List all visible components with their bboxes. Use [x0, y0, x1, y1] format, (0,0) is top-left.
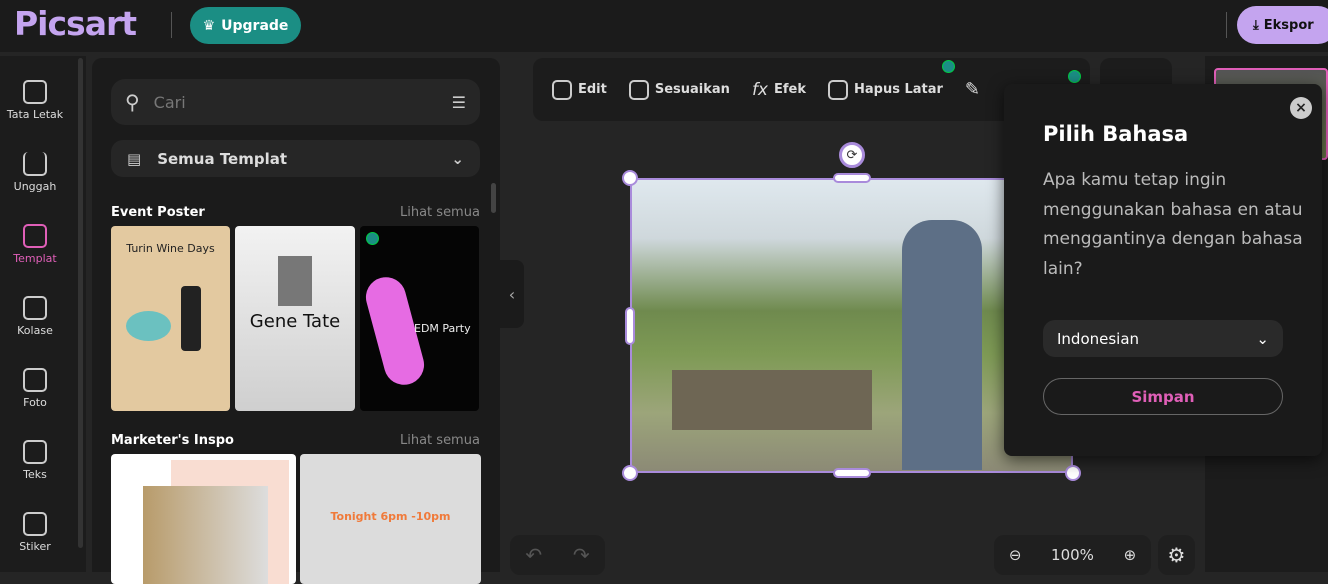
rail-label: Templat	[13, 252, 57, 265]
resize-handle[interactable]	[1065, 465, 1081, 481]
book-icon	[23, 224, 47, 248]
template-thumb[interactable]: Gene Tate	[235, 226, 355, 411]
resize-handle[interactable]	[622, 465, 638, 481]
text-icon	[23, 440, 47, 464]
section-title: Event Poster	[111, 205, 205, 220]
language-dialog: × Pilih Bahasa Apa kamu tetap ingin meng…	[1004, 84, 1322, 456]
see-all-link[interactable]: Lihat semua	[400, 433, 480, 448]
zoom-in-icon[interactable]: ⊕	[1124, 546, 1137, 564]
close-icon[interactable]: ×	[1290, 97, 1312, 119]
picsart-logo[interactable]: Picsart	[14, 4, 137, 43]
tool-adjust[interactable]: Sesuaikan	[628, 79, 730, 100]
tool-label: Edit	[578, 82, 607, 97]
upgrade-label: Upgrade	[221, 17, 289, 34]
redo-icon[interactable]: ↷	[573, 543, 590, 567]
resize-handle[interactable]	[625, 307, 635, 345]
grid-icon	[23, 296, 47, 320]
thumb-title: Tonight 6pm -10pm	[330, 510, 451, 523]
chevron-left-icon: ‹	[508, 284, 516, 304]
dialog-body: Apa kamu tetap ingin menggunakan bahasa …	[1043, 170, 1303, 279]
layout-icon	[23, 80, 47, 104]
search-input[interactable]: ⚲ Cari ☰	[111, 79, 480, 125]
tool-remove-bg[interactable]: Hapus Latar	[827, 59, 955, 100]
tool-magic[interactable]: ✎	[965, 79, 980, 100]
template-thumb[interactable]: Tonight 6pm -10pm	[300, 454, 481, 584]
history-controls: ↶ ↷	[510, 535, 605, 575]
rail-label: Teks	[23, 468, 47, 481]
rail-label: Tata Letak	[6, 108, 64, 121]
panel-scrollbar[interactable]	[491, 183, 496, 213]
language-value: Indonesian	[1057, 329, 1140, 348]
rail-label: Foto	[23, 396, 47, 409]
tool-label: Sesuaikan	[654, 82, 730, 97]
download-icon: ⤓	[1253, 17, 1259, 33]
save-button[interactable]: Simpan	[1043, 378, 1283, 415]
zoom-controls: ⊖ 100% ⊕	[994, 535, 1151, 575]
rail-item-collage[interactable]: Kolase	[0, 296, 70, 337]
section-title: Marketer's Inspo	[111, 433, 234, 448]
left-rail: Tata Letak Unggah Templat Kolase Foto Te…	[0, 56, 86, 572]
crown-icon: ♛	[202, 17, 216, 34]
tool-effects[interactable]: fx Efek	[752, 80, 806, 100]
tool-label: Efek	[773, 82, 806, 97]
rail-item-templates[interactable]: Templat	[0, 224, 70, 265]
search-placeholder: Cari	[153, 92, 186, 112]
gear-icon: ⚙	[1167, 543, 1186, 567]
edit-icon	[552, 79, 572, 100]
divider	[171, 12, 172, 38]
rotate-handle-icon[interactable]: ⟳	[839, 142, 865, 168]
chevron-down-icon: ⌄	[451, 149, 464, 168]
template-category-select[interactable]: ▤ Semua Templat ⌄	[111, 140, 480, 177]
rail-scrollbar[interactable]	[78, 58, 83, 548]
divider	[1226, 12, 1227, 38]
filter-icon[interactable]: ☰	[452, 93, 466, 112]
premium-badge-icon	[941, 59, 955, 73]
resize-handle[interactable]	[833, 173, 871, 183]
rail-item-sticker[interactable]: Stiker	[0, 512, 70, 553]
magic-wand-icon: ✎	[964, 79, 981, 100]
rail-item-text[interactable]: Teks	[0, 440, 70, 481]
rail-label: Stiker	[19, 540, 51, 553]
template-select-value: Semua Templat	[157, 149, 288, 168]
premium-badge-icon	[1068, 70, 1081, 83]
rail-label: Kolase	[17, 324, 53, 337]
export-label: Ekspor	[1263, 17, 1314, 33]
sliders-icon	[628, 79, 649, 100]
undo-icon[interactable]: ↶	[525, 543, 542, 567]
sticker-icon	[23, 512, 47, 536]
thumb-title: Gene Tate	[249, 311, 341, 332]
resize-handle[interactable]	[622, 170, 638, 186]
upgrade-button[interactable]: ♛ Upgrade	[190, 7, 301, 44]
template-thumb[interactable]: Turin Wine Days	[111, 226, 230, 411]
template-thumb[interactable]	[111, 454, 296, 584]
zoom-level[interactable]: 100%	[1051, 546, 1094, 564]
chevron-down-icon: ⌄	[1256, 329, 1269, 348]
thumb-title: Turin Wine Days	[126, 242, 215, 255]
search-icon: ⚲	[125, 90, 140, 114]
rail-label: Unggah	[13, 180, 57, 193]
settings-button[interactable]: ⚙	[1158, 535, 1195, 575]
rail-item-layout[interactable]: Tata Letak	[0, 80, 70, 121]
see-all-link[interactable]: Lihat semua	[400, 205, 480, 220]
tool-label: Hapus Latar	[853, 82, 943, 97]
language-select[interactable]: Indonesian ⌄	[1043, 320, 1283, 357]
upload-icon	[23, 152, 47, 176]
rail-item-photo[interactable]: Foto	[0, 368, 70, 409]
template-icon: ▤	[127, 149, 142, 168]
thumb-title: EDM Party	[414, 322, 471, 335]
rail-item-upload[interactable]: Unggah	[0, 152, 70, 193]
fx-icon: fx	[751, 79, 768, 100]
export-button[interactable]: ⤓ Ekspor	[1237, 6, 1328, 44]
tool-edit[interactable]: Edit	[552, 79, 607, 100]
zoom-out-icon[interactable]: ⊖	[1009, 546, 1022, 564]
collapse-panel-button[interactable]: ‹	[500, 260, 524, 328]
template-thumb[interactable]: EDM Party	[360, 226, 479, 411]
resize-handle[interactable]	[833, 468, 871, 478]
remove-bg-icon	[827, 79, 848, 100]
premium-badge-icon	[366, 232, 379, 245]
dialog-title: Pilih Bahasa	[1043, 122, 1189, 146]
image-icon	[23, 368, 47, 392]
